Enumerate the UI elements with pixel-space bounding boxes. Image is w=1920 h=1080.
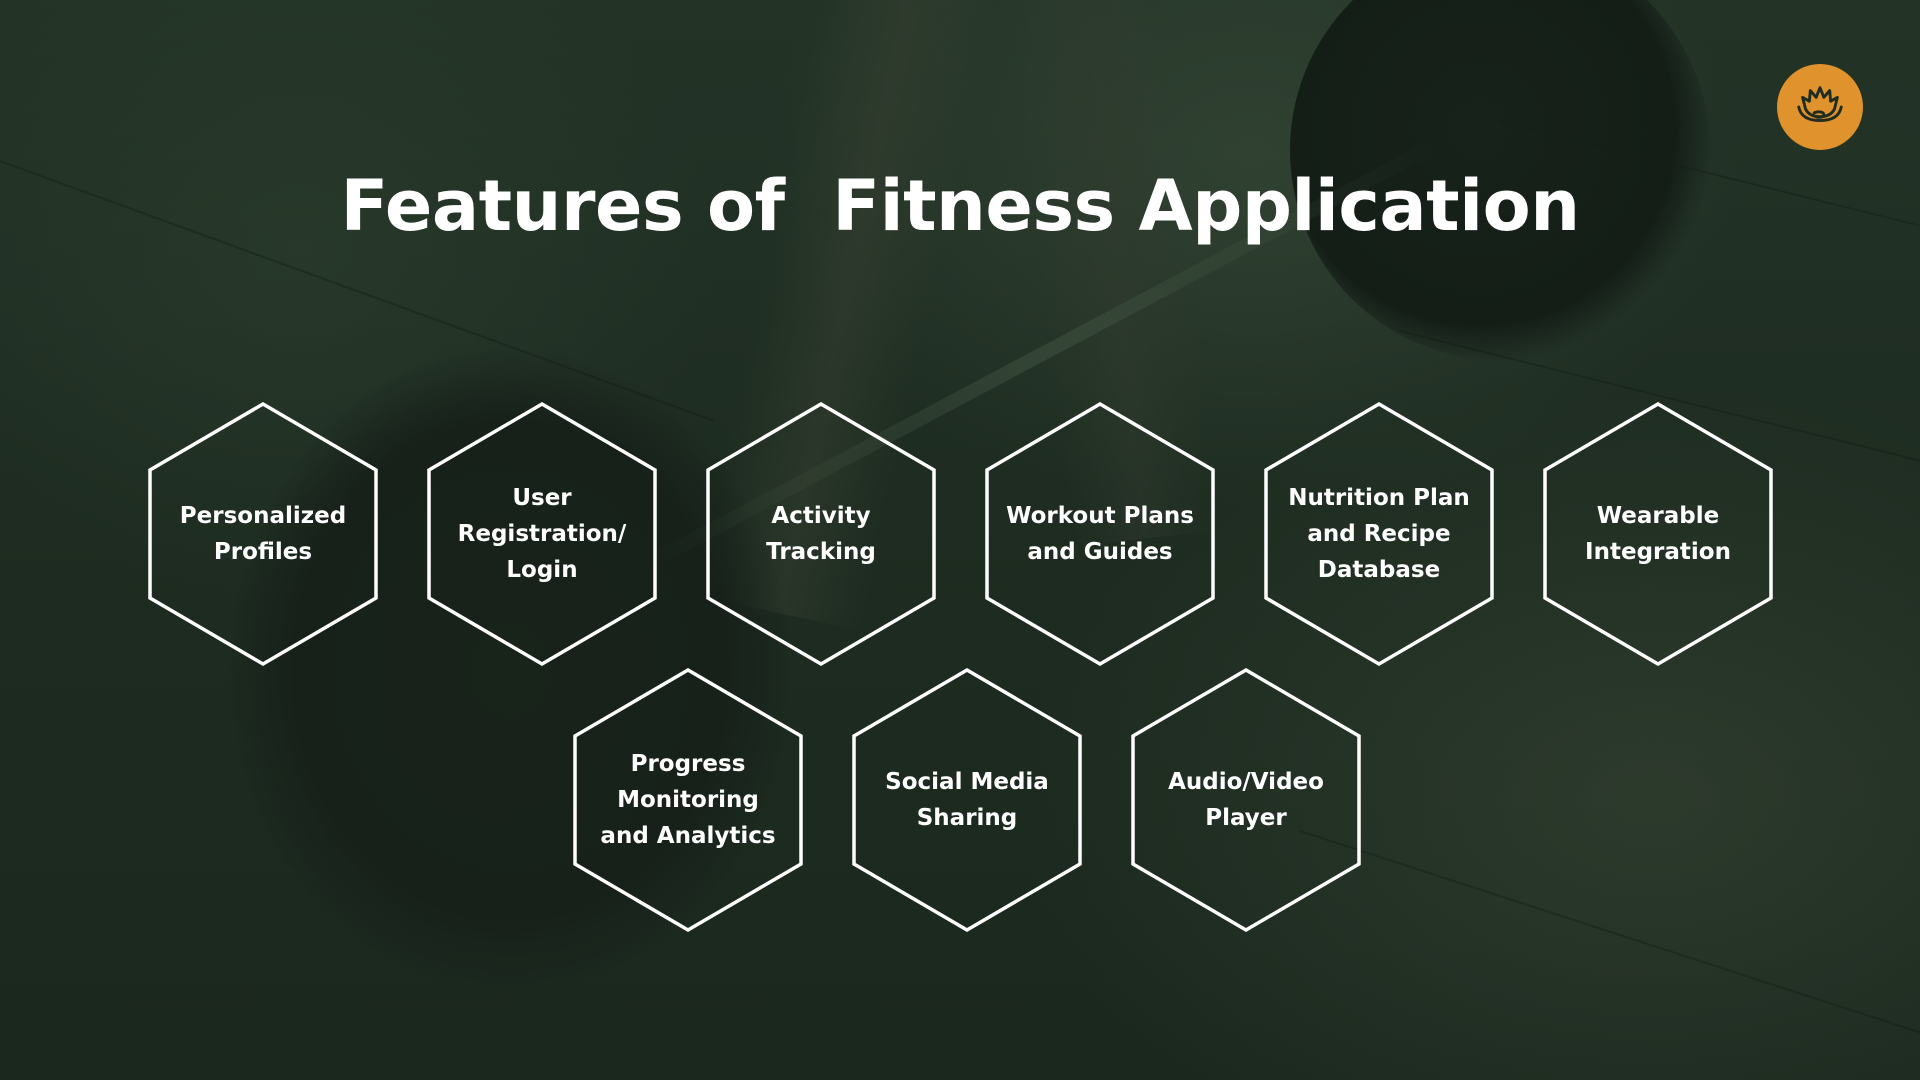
feature-label: Social Media Sharing	[885, 769, 1049, 831]
feature-hexagon-progress-monitoring: Progress Monitoring and Analytics	[572, 667, 804, 933]
feature-hexagon-workout-plans: Workout Plans and Guides	[984, 401, 1216, 667]
feature-label: Progress Monitoring and Analytics	[600, 751, 776, 849]
feature-label: User Registration/ Login	[457, 485, 627, 583]
feature-label: Wearable Integration	[1585, 503, 1731, 565]
logo-badge	[1777, 64, 1863, 150]
feature-label: Nutrition Plan and Recipe Database	[1288, 485, 1470, 583]
slide: Features of Fitness Application Personal…	[0, 0, 1920, 1080]
feature-hexagon-social-media-sharing: Social Media Sharing	[851, 667, 1083, 933]
lotus-icon	[1797, 86, 1843, 122]
feature-hexagon-audio-video-player: Audio/Video Player	[1130, 667, 1362, 933]
feature-hexagon-personalized-profiles: Personalized Profiles	[147, 401, 379, 667]
page-title: Features of Fitness Application	[340, 165, 1580, 247]
feature-hexagon-user-registration-login: User Registration/ Login	[426, 401, 658, 667]
background-floor-line	[1299, 830, 1920, 1049]
feature-label: Workout Plans and Guides	[1006, 503, 1194, 565]
feature-label: Audio/Video Player	[1168, 769, 1324, 831]
feature-hexagon-nutrition-plan: Nutrition Plan and Recipe Database	[1263, 401, 1495, 667]
feature-label: Personalized Profiles	[179, 503, 347, 565]
feature-hexagon-wearable-integration: Wearable Integration	[1542, 401, 1774, 667]
feature-hexagon-activity-tracking: Activity Tracking	[705, 401, 937, 667]
feature-label: Activity Tracking	[766, 503, 876, 565]
